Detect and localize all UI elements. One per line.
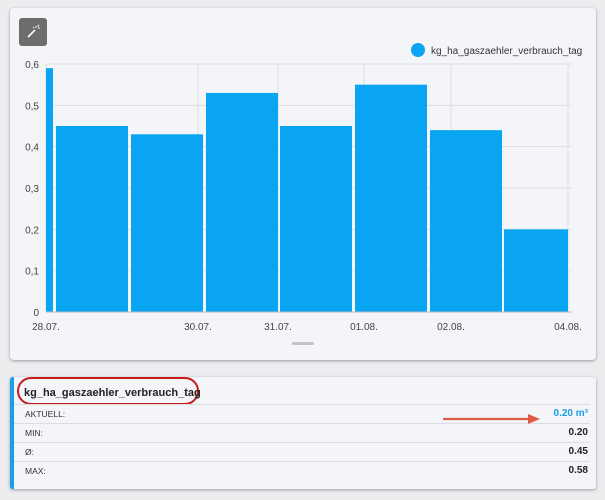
legend-label: kg_ha_gaszaehler_verbrauch_tag xyxy=(431,46,582,57)
stat-value: 0.58 xyxy=(568,465,588,476)
bar xyxy=(355,84,427,313)
y-tick-label: 0,1 xyxy=(25,267,39,278)
bar xyxy=(504,229,568,312)
x-tick-label: 30.07. xyxy=(184,322,212,333)
bar xyxy=(131,134,203,312)
x-tick-label: 02.08. xyxy=(437,322,465,333)
stat-value: 0.20 m³ xyxy=(553,408,588,419)
annotation-arrow xyxy=(442,414,540,424)
stat-label: MAX: xyxy=(25,466,46,476)
stat-label: MIN: xyxy=(25,428,43,438)
bar-chart: 0 0,1 0,2 0,3 0,4 0,5 0,6 28.07. 30.07. 31.07. 01.… xyxy=(25,43,582,333)
stat-value: 0.20 xyxy=(568,427,588,438)
stat-label: AKTUELL: xyxy=(25,409,66,419)
stat-value: 0.45 xyxy=(568,446,588,457)
x-tick-label: 04.08. xyxy=(554,322,582,333)
stats-card: kg_ha_gaszaehler_verbrauch_tag AKTUELL: … xyxy=(10,377,596,489)
resize-handle[interactable] xyxy=(292,342,314,345)
x-tick-label: 28.07. xyxy=(32,322,60,333)
stat-row-max: MAX: 0.58 xyxy=(14,461,590,480)
bar xyxy=(56,126,128,312)
stat-row-min: MIN: 0.20 xyxy=(14,423,590,442)
chart-card: 0 0,1 0,2 0,3 0,4 0,5 0,6 28.07. 30.07. 31.07. 01.… xyxy=(10,8,596,360)
stat-label: Ø: xyxy=(25,447,34,457)
y-tick-label: 0,6 xyxy=(25,60,39,71)
bar xyxy=(206,92,278,312)
bar xyxy=(430,130,502,312)
y-tick-label: 0 xyxy=(33,308,39,319)
x-tick-label: 31.07. xyxy=(264,322,292,333)
x-tick-label: 01.08. xyxy=(350,322,378,333)
y-tick-label: 0,2 xyxy=(25,225,39,236)
y-tick-label: 0,3 xyxy=(25,184,39,195)
bar xyxy=(46,68,53,312)
bar xyxy=(280,126,352,312)
y-tick-label: 0,4 xyxy=(25,143,39,154)
legend-marker xyxy=(411,43,425,57)
y-tick-label: 0,5 xyxy=(25,101,39,112)
stats-title: kg_ha_gaszaehler_verbrauch_tag xyxy=(24,387,201,399)
stat-row-avg: Ø: 0.45 xyxy=(14,442,590,461)
